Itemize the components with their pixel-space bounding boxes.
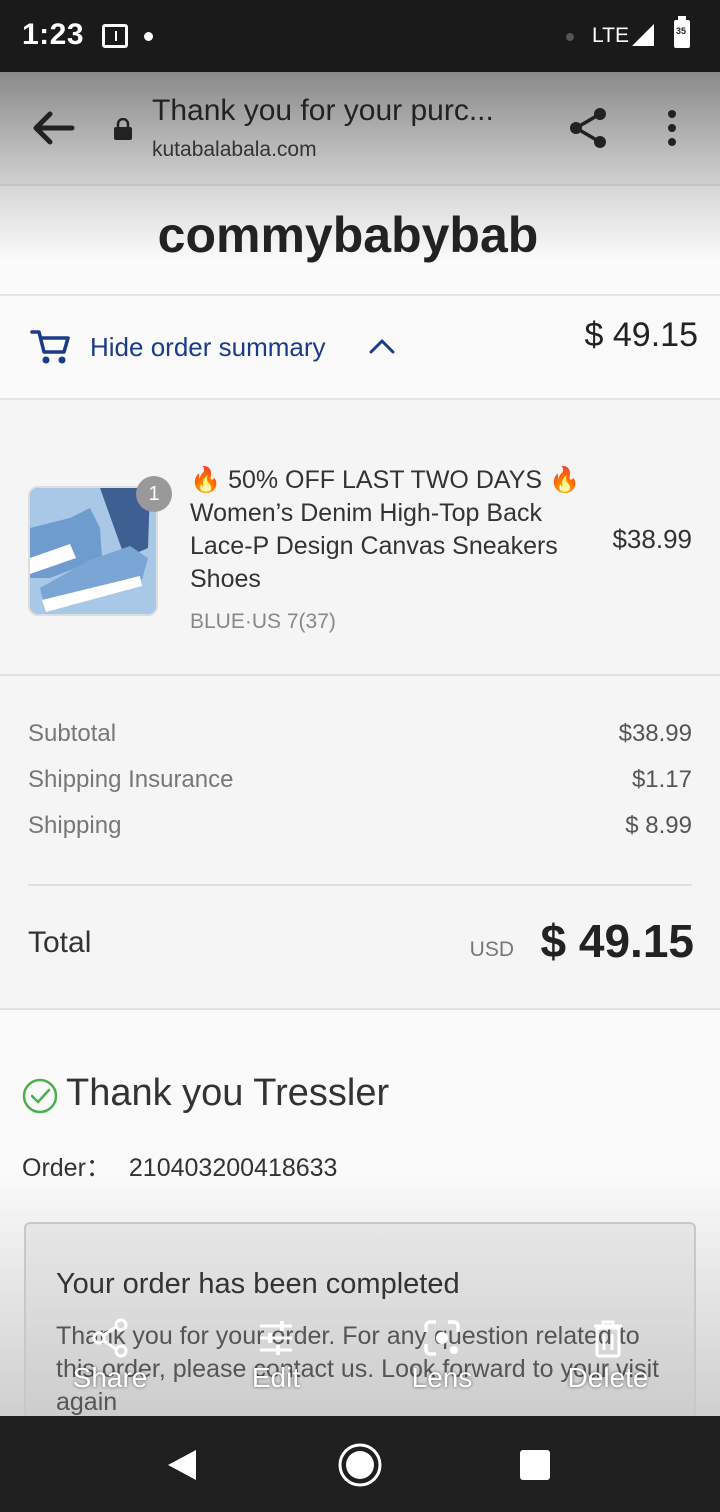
edit-button[interactable]: Edit bbox=[206, 1316, 346, 1394]
status-bar: 1:23 LTE 35 bbox=[0, 0, 720, 72]
product-price: $38.99 bbox=[612, 524, 692, 554]
store-name[interactable]: commybabybab bbox=[0, 206, 696, 264]
browser-toolbar: Thank you for your purc... kutabalabala.… bbox=[0, 72, 720, 186]
edit-label: Edit bbox=[251, 1362, 301, 1393]
lens-icon bbox=[424, 1320, 460, 1356]
battery-level: 35 bbox=[676, 26, 687, 36]
lens-button[interactable]: Lens bbox=[372, 1316, 512, 1394]
nav-recents-icon[interactable] bbox=[520, 1450, 550, 1480]
notification-dot-icon bbox=[144, 32, 153, 41]
status-time: 1:23 bbox=[22, 18, 85, 51]
shipping-row: Shipping $ 8.99 bbox=[28, 812, 692, 840]
page-url[interactable]: kutabalabala.com bbox=[152, 138, 317, 162]
product-line-item: 1 🔥 50% OFF LAST TWO DAYS 🔥Women’s Denim… bbox=[0, 400, 720, 676]
news-icon bbox=[102, 24, 128, 48]
shipping-value: $ 8.99 bbox=[625, 812, 692, 839]
total-currency: USD bbox=[469, 938, 514, 961]
total-label: Total bbox=[28, 926, 92, 959]
battery-icon: 35 bbox=[674, 16, 690, 48]
order-number: 210403200418633 bbox=[128, 1154, 338, 1182]
check-circle-icon bbox=[22, 1078, 58, 1114]
back-arrow-icon[interactable] bbox=[28, 108, 78, 148]
quantity-badge: 1 bbox=[136, 476, 172, 512]
store-header: commybabybab bbox=[0, 186, 720, 296]
lock-icon[interactable] bbox=[112, 118, 134, 140]
lens-label: Lens bbox=[411, 1362, 473, 1393]
page-title[interactable]: Thank you for your purc... bbox=[152, 94, 494, 128]
tune-icon bbox=[260, 1321, 292, 1355]
divider bbox=[28, 884, 692, 886]
product-variant: BLUE·US 7(37) bbox=[190, 610, 336, 633]
viewer-action-bar: Share Edit Lens Delete bbox=[0, 1316, 720, 1416]
order-number-line: Order： 210403200418633 bbox=[22, 1148, 337, 1184]
order-label: Order： bbox=[22, 1154, 111, 1182]
system-nav-bar bbox=[0, 1416, 720, 1512]
delete-label: Delete bbox=[567, 1362, 649, 1393]
more-vert-icon[interactable] bbox=[662, 108, 682, 148]
nav-home-icon[interactable] bbox=[337, 1442, 383, 1488]
order-summary-toggle[interactable]: Hide order summary $ 49.15 bbox=[0, 296, 720, 400]
delete-button[interactable]: Delete bbox=[538, 1316, 678, 1394]
shipping-insurance-row: Shipping Insurance $1.17 bbox=[28, 766, 692, 794]
data-activity-icon bbox=[566, 33, 574, 41]
summary-total: $ 49.15 bbox=[584, 316, 698, 354]
chevron-up-icon[interactable] bbox=[368, 336, 396, 356]
thank-you-heading: Thank you Tressler bbox=[66, 1072, 390, 1114]
subtotal-row: Subtotal $38.99 bbox=[28, 720, 692, 748]
total-amount: $ 49.15 bbox=[540, 915, 694, 967]
shipping-insurance-value: $1.17 bbox=[631, 766, 692, 793]
network-type: LTE bbox=[592, 24, 629, 47]
trash-icon bbox=[594, 1320, 622, 1358]
shipping-label: Shipping bbox=[28, 812, 122, 839]
subtotal-value: $38.99 bbox=[618, 720, 692, 747]
product-image bbox=[28, 486, 158, 616]
signal-icon bbox=[632, 24, 654, 46]
share-label: Share bbox=[72, 1362, 148, 1393]
order-completed-title: Your order has been completed bbox=[56, 1268, 460, 1300]
share-button[interactable]: Share bbox=[40, 1316, 180, 1394]
share-icon[interactable] bbox=[566, 106, 610, 150]
shipping-insurance-label: Shipping Insurance bbox=[28, 766, 234, 793]
subtotal-label: Subtotal bbox=[28, 720, 117, 747]
nav-back-icon[interactable] bbox=[166, 1448, 198, 1482]
cart-icon bbox=[30, 330, 70, 364]
hide-order-summary-link[interactable]: Hide order summary bbox=[90, 332, 326, 363]
product-title: 🔥 50% OFF LAST TWO DAYS 🔥Women’s Denim H… bbox=[190, 466, 581, 593]
cost-breakdown: Subtotal $38.99 Shipping Insurance $1.17… bbox=[0, 676, 720, 1010]
share-icon bbox=[92, 1318, 128, 1358]
